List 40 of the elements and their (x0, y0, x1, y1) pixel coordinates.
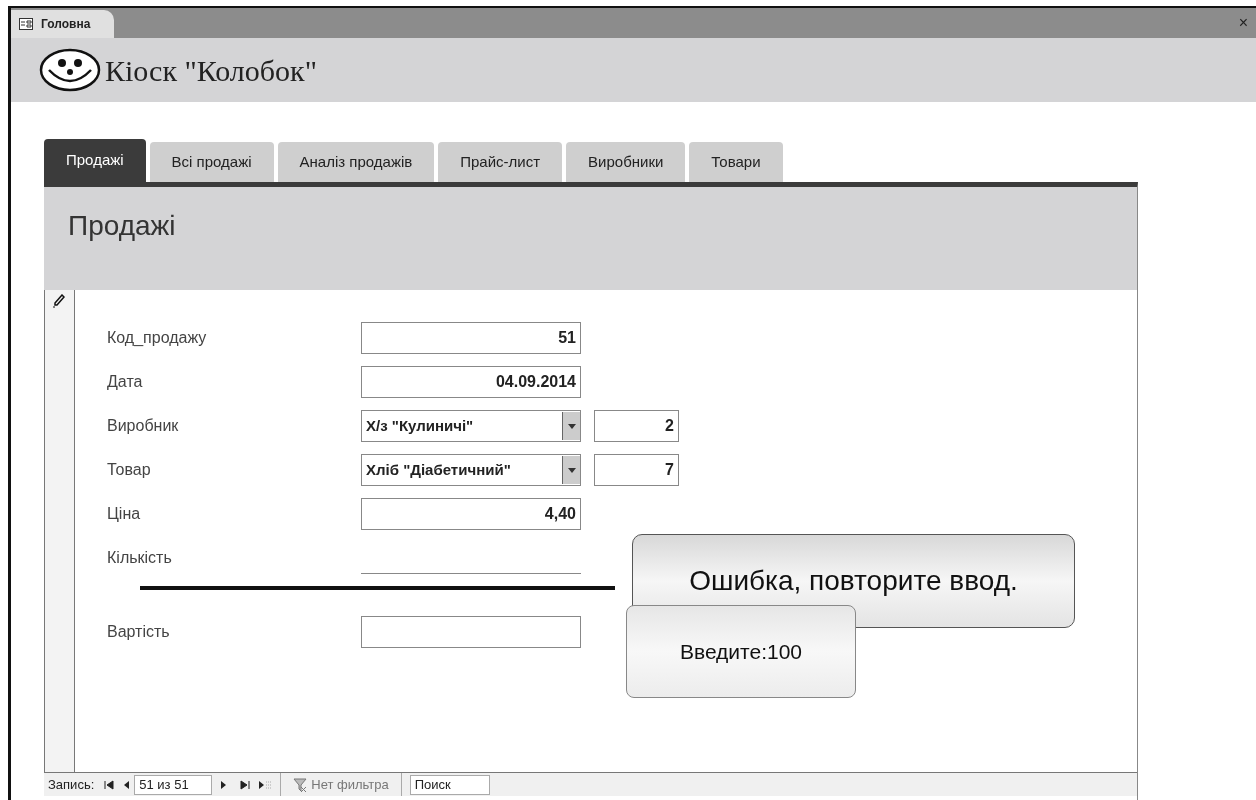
text-field[interactable]: 04.09.2014 (361, 366, 581, 398)
tab[interactable]: Продажі (44, 139, 146, 182)
hint-message: Введите:100 (626, 605, 856, 698)
form-title: Продажі (68, 210, 176, 241)
combo-box[interactable]: Хліб "Діабетичний" (361, 454, 581, 486)
field-label: Кількість (107, 548, 173, 568)
new-record-icon[interactable] (258, 779, 273, 790)
last-record-icon[interactable] (240, 779, 251, 790)
field-label: Дата (107, 372, 144, 392)
dropdown-icon[interactable] (562, 456, 580, 484)
first-record-icon[interactable] (104, 779, 115, 790)
text-field[interactable]: 51 (361, 322, 581, 354)
tab[interactable]: Виробники (566, 142, 686, 182)
pencil-icon (53, 294, 65, 308)
field-label: Виробник (107, 416, 180, 436)
form-icon (19, 18, 33, 30)
tab[interactable]: Всі продажі (149, 142, 274, 182)
text-field[interactable]: 4,40 (361, 498, 581, 530)
record-position-field[interactable]: 51 из 51 (134, 774, 213, 795)
combo-box[interactable]: Х/з "Кулиничі" (361, 410, 581, 442)
dropdown-icon[interactable] (562, 412, 580, 440)
field-label: Ціна (107, 504, 142, 524)
field-label: Товар (107, 460, 152, 480)
document-tab[interactable]: Головна (11, 10, 115, 38)
search-field[interactable]: Поиск (409, 774, 490, 795)
field-label: Вартість (107, 622, 171, 642)
smiley-logo-icon (39, 48, 101, 92)
code-field[interactable]: 2 (594, 410, 679, 442)
code-field[interactable]: 7 (594, 454, 679, 486)
previous-record-icon[interactable] (122, 779, 131, 790)
close-button[interactable]: × (1238, 15, 1248, 31)
tab[interactable]: Аналіз продажів (277, 142, 435, 182)
app-title: Кіоск "Колобок" (105, 52, 317, 89)
text-field[interactable] (361, 616, 581, 648)
filter-icon (293, 777, 308, 792)
record-label: Запись: (47, 775, 96, 794)
tab[interactable]: Прайс-лист (438, 142, 563, 182)
field-label: Код_продажу (107, 328, 208, 348)
filter-status[interactable]: Нет фильтра (311, 774, 389, 795)
tab[interactable]: Товари (689, 142, 783, 182)
